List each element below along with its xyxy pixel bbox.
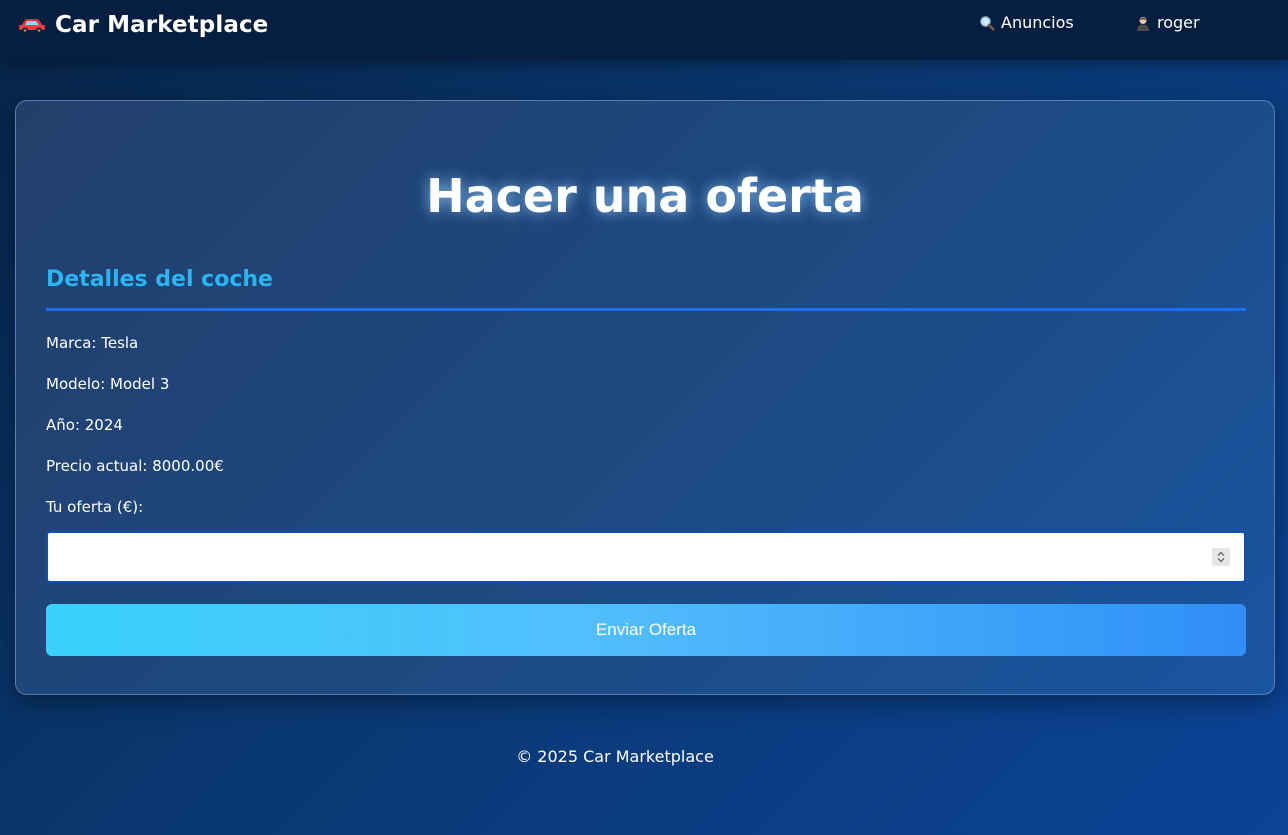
- offer-card: Hacer una oferta Detalles del coche Marc…: [15, 100, 1275, 695]
- car-model: Modelo: Model 3: [46, 375, 170, 393]
- offer-input-container: [46, 531, 1246, 583]
- chevron-up-down-icon: [1217, 551, 1225, 563]
- nav-link-label: Anuncios: [1001, 13, 1074, 32]
- brand-link[interactable]: Car Marketplace: [17, 10, 268, 40]
- car-brand: Marca: Tesla: [46, 334, 139, 352]
- car-year: Año: 2024: [46, 416, 123, 434]
- car-icon: [17, 16, 47, 34]
- nav-link-user[interactable]: roger: [1135, 13, 1200, 32]
- car-details-heading: Detalles del coche: [46, 267, 273, 292]
- user-icon: [1135, 15, 1151, 31]
- offer-amount-input[interactable]: [48, 533, 1244, 581]
- submit-offer-button[interactable]: Enviar Oferta: [46, 604, 1246, 656]
- top-navbar: Car Marketplace Anuncios roger: [0, 0, 1288, 60]
- brand-name: Car Marketplace: [55, 12, 269, 38]
- search-icon: [979, 15, 995, 31]
- car-current-price: Precio actual: 8000.00€: [46, 457, 224, 475]
- nav-user-name: roger: [1157, 13, 1200, 32]
- section-divider: [46, 308, 1246, 311]
- page-footer: © 2025 Car Marketplace: [516, 747, 714, 766]
- nav-link-anuncios[interactable]: Anuncios: [979, 13, 1074, 32]
- number-spinner[interactable]: [1212, 548, 1230, 566]
- page-title: Hacer una oferta: [426, 169, 864, 223]
- offer-label: Tu oferta (€):: [46, 498, 144, 516]
